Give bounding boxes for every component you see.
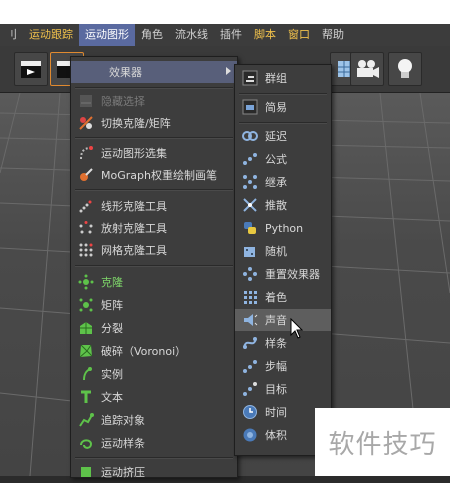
camera-icon — [357, 60, 379, 78]
voronoi-icon — [77, 342, 95, 360]
linear-clone-icon — [77, 197, 95, 215]
submenu-item-reeffector[interactable]: 重置效果器 — [235, 263, 331, 285]
submenu-item-python[interactable]: Python — [235, 217, 331, 239]
submenu-item-step[interactable]: 步幅 — [235, 355, 331, 377]
formula-icon — [241, 150, 259, 168]
fracture-icon — [77, 319, 95, 337]
reeffector-icon — [241, 265, 259, 283]
menu-pipeline[interactable]: 流水线 — [169, 24, 214, 46]
delay-icon — [241, 127, 259, 145]
menu-partial[interactable]: 刂 — [0, 24, 23, 46]
toggle-icon — [77, 114, 95, 132]
menu-script[interactable]: 脚本 — [248, 24, 282, 46]
submenu-item-random[interactable]: 随机 — [235, 240, 331, 262]
menu-separator — [75, 189, 233, 191]
menu-item-fracture[interactable]: 分裂 — [71, 317, 237, 339]
menu-item-mospline[interactable]: 运动样条 — [71, 432, 237, 454]
menu-separator — [75, 87, 233, 89]
menu-item-moextrude[interactable]: 运动挤压 — [71, 461, 237, 483]
spline-effector-icon — [241, 334, 259, 352]
menu-item-cloner[interactable]: 克隆 — [71, 271, 237, 293]
menu-item-toggle-clone-matrix[interactable]: 切换克隆/矩阵 — [71, 112, 237, 134]
plain-effector-icon — [241, 98, 259, 116]
menu-plugins[interactable]: 插件 — [214, 24, 248, 46]
menu-item-mograph-weight-paint[interactable]: MoGraph权重绘制画笔 — [71, 164, 237, 186]
menu-item-voronoi-fracture[interactable]: 破碎（Voronoi） — [71, 340, 237, 362]
menu-item-tracer[interactable]: 追踪对象 — [71, 409, 237, 431]
mograph-menu: 效果器 隐藏选择 切换克隆/矩阵 运动图形选集 MoGraph权重绘制画笔 线形… — [70, 56, 238, 479]
menu-separator — [75, 265, 233, 267]
python-icon — [241, 219, 259, 237]
volume-icon — [241, 426, 259, 444]
light-button[interactable] — [388, 52, 422, 86]
submenu-item-push-apart[interactable]: 推散 — [235, 194, 331, 216]
menu-help[interactable]: 帮助 — [316, 24, 350, 46]
moextrude-icon — [77, 463, 95, 481]
random-icon — [241, 242, 259, 260]
shader-icon — [241, 288, 259, 306]
render-view-button[interactable] — [14, 52, 48, 86]
submenu-item-spline[interactable]: 样条 — [235, 332, 331, 354]
mouse-cursor-icon — [290, 318, 304, 339]
menu-item-linear-clone-tool[interactable]: 线形克隆工具 — [71, 195, 237, 217]
tracer-icon — [77, 411, 95, 429]
watermark: 软件技巧 — [315, 408, 450, 476]
submenu-item-formula[interactable]: 公式 — [235, 148, 331, 170]
group-effector-icon — [241, 69, 259, 87]
menu-item-matrix[interactable]: 矩阵 — [71, 294, 237, 316]
grid-clone-icon — [77, 241, 95, 259]
menu-separator — [239, 93, 327, 95]
menu-mograph[interactable]: 运动图形 — [79, 24, 135, 46]
weight-paint-icon — [77, 166, 95, 184]
submenu-item-group[interactable]: 群组 — [235, 67, 331, 89]
menu-separator — [75, 457, 233, 459]
menu-item-instance[interactable]: 实例 — [71, 363, 237, 385]
menu-character[interactable]: 角色 — [135, 24, 169, 46]
submenu-item-delay[interactable]: 延迟 — [235, 125, 331, 147]
blank-icon — [77, 63, 95, 81]
text-icon — [77, 388, 95, 406]
inheritance-icon — [241, 173, 259, 191]
menu-item-hide-selection[interactable]: 隐藏选择 — [71, 90, 237, 112]
watermark-text: 软件技巧 — [328, 429, 437, 460]
menu-item-radial-clone-tool[interactable]: 放射克隆工具 — [71, 217, 237, 239]
cloner-icon — [77, 273, 95, 291]
menu-item-text[interactable]: 文本 — [71, 386, 237, 408]
submenu-item-plain[interactable]: 简易 — [235, 96, 331, 118]
clapper-icon — [21, 61, 41, 78]
camera-button[interactable] — [350, 52, 384, 86]
mospline-icon — [77, 434, 95, 452]
radial-clone-icon — [77, 219, 95, 237]
menu-item-grid-clone-tool[interactable]: 网格克隆工具 — [71, 239, 237, 261]
matrix-icon — [77, 296, 95, 314]
submenu-arrow-icon — [226, 67, 231, 75]
submenu-item-sound[interactable]: 声音 — [235, 309, 331, 331]
lightbulb-icon — [398, 59, 412, 78]
menu-window[interactable]: 窗口 — [282, 24, 316, 46]
menu-motion-tracking[interactable]: 运动跟踪 — [23, 24, 79, 46]
speaker-icon — [241, 311, 259, 329]
menu-item-mograph-selection[interactable]: 运动图形选集 — [71, 142, 237, 164]
step-icon — [241, 357, 259, 375]
menu-bar: 刂 运动跟踪 运动图形 角色 流水线 插件 脚本 窗口 帮助 — [0, 24, 450, 46]
mograph-selection-icon — [77, 144, 95, 162]
effector-submenu: 群组 简易 延迟 公式 继承 推散 Python 随机 重置效果器 着色 声音 — [234, 64, 332, 456]
instance-icon — [77, 365, 95, 383]
menu-separator — [75, 137, 233, 139]
hide-selection-icon — [77, 92, 95, 110]
clock-icon — [241, 403, 259, 421]
push-apart-icon — [241, 196, 259, 214]
top-band — [0, 0, 450, 24]
submenu-item-inheritance[interactable]: 继承 — [235, 171, 331, 193]
menu-item-effector[interactable]: 效果器 — [71, 61, 237, 83]
menu-separator — [239, 122, 327, 124]
submenu-item-target[interactable]: 目标 — [235, 378, 331, 400]
target-icon — [241, 380, 259, 398]
submenu-item-shader[interactable]: 着色 — [235, 286, 331, 308]
